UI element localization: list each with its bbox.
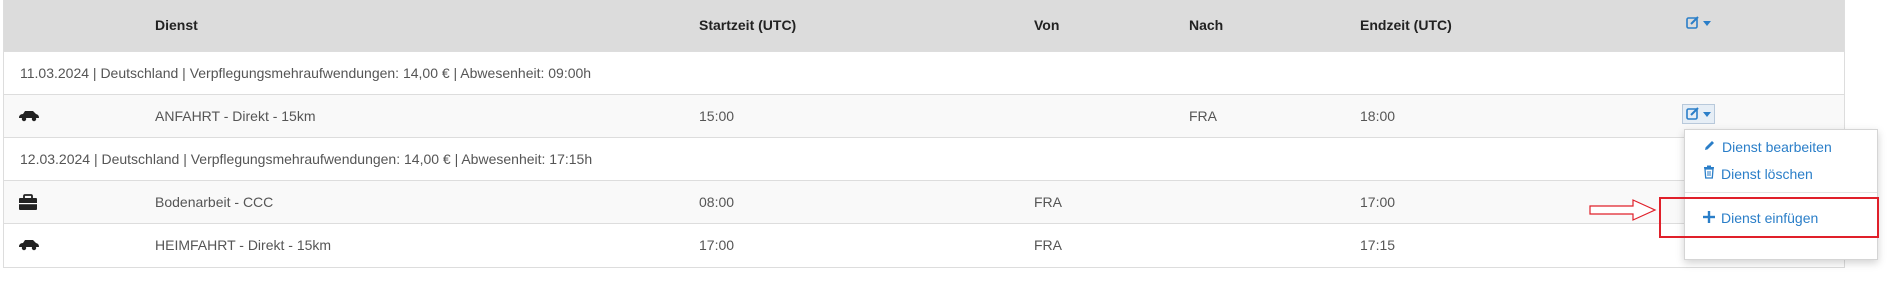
col-header-nach: Nach <box>1189 17 1224 33</box>
end-time: 17:15 <box>1360 237 1396 253</box>
day-summary-text: 11.03.2024 | Deutschland | Verpflegungsm… <box>20 65 592 81</box>
dienst-name: ANFAHRT - Direkt - 15km <box>155 108 316 124</box>
day-group-summary: 12.03.2024 | Deutschland | Verpflegungsm… <box>4 137 1844 180</box>
menu-item-edit-service[interactable]: Dienst bearbeiten <box>1703 139 1832 155</box>
start-time: 15:00 <box>699 108 735 124</box>
menu-item-label: Dienst einfügen <box>1721 210 1819 226</box>
start-time: 08:00 <box>699 194 735 210</box>
menu-divider <box>1685 192 1877 193</box>
dienst-name: HEIMFAHRT - Direkt - 15km <box>155 237 332 253</box>
trash-icon <box>1703 165 1715 182</box>
end-time: 18:00 <box>1360 108 1396 124</box>
table-header: Dienst Startzeit (UTC) Von Nach Endzeit … <box>4 0 1844 51</box>
menu-item-label: Dienst löschen <box>1721 165 1813 182</box>
day-summary-text: 12.03.2024 | Deutschland | Verpflegungsm… <box>20 151 593 167</box>
day-group-summary: 11.03.2024 | Deutschland | Verpflegungsm… <box>4 51 1844 94</box>
plus-icon <box>1703 210 1715 226</box>
services-table: Dienst Startzeit (UTC) Von Nach Endzeit … <box>3 0 1845 268</box>
to-location: FRA <box>1189 108 1217 124</box>
table-row: HEIMFAHRT - Direkt - 15km 17:00 FRA 17:1… <box>4 223 1844 267</box>
row-edit-dropdown[interactable] <box>1682 104 1715 124</box>
pencil-icon <box>1703 139 1716 155</box>
dienst-name: Bodenarbeit - CCC <box>155 194 274 210</box>
start-time: 17:00 <box>699 237 735 253</box>
briefcase-icon <box>18 194 38 214</box>
from-location: FRA <box>1034 194 1062 210</box>
from-location: FRA <box>1034 237 1062 253</box>
col-header-von: Von <box>1034 17 1060 33</box>
menu-item-insert-service[interactable]: Dienst einfügen <box>1703 210 1818 226</box>
arrow-icon <box>1588 197 1658 226</box>
menu-item-delete-service[interactable]: Dienst löschen <box>1703 165 1813 182</box>
col-header-dienst: Dienst <box>155 17 198 33</box>
col-header-startzeit: Startzeit (UTC) <box>699 17 797 33</box>
end-time: 17:00 <box>1360 194 1396 210</box>
edit-dropdown-icon[interactable] <box>1686 16 1711 30</box>
row-actions-menu: Dienst bearbeiten Dienst löschen Dienst … <box>1684 129 1878 260</box>
col-header-endzeit: Endzeit (UTC) <box>1360 17 1452 33</box>
table-row: Bodenarbeit - CCC 08:00 FRA 17:00 <box>4 180 1844 223</box>
menu-item-label: Dienst bearbeiten <box>1722 139 1832 155</box>
table-row: ANFAHRT - Direkt - 15km 15:00 FRA 18:00 <box>4 94 1844 137</box>
car-icon <box>18 237 40 254</box>
header-edit-dropdown[interactable] <box>1686 16 1711 33</box>
car-icon <box>18 108 40 125</box>
edit-dropdown-icon[interactable] <box>1682 104 1715 124</box>
